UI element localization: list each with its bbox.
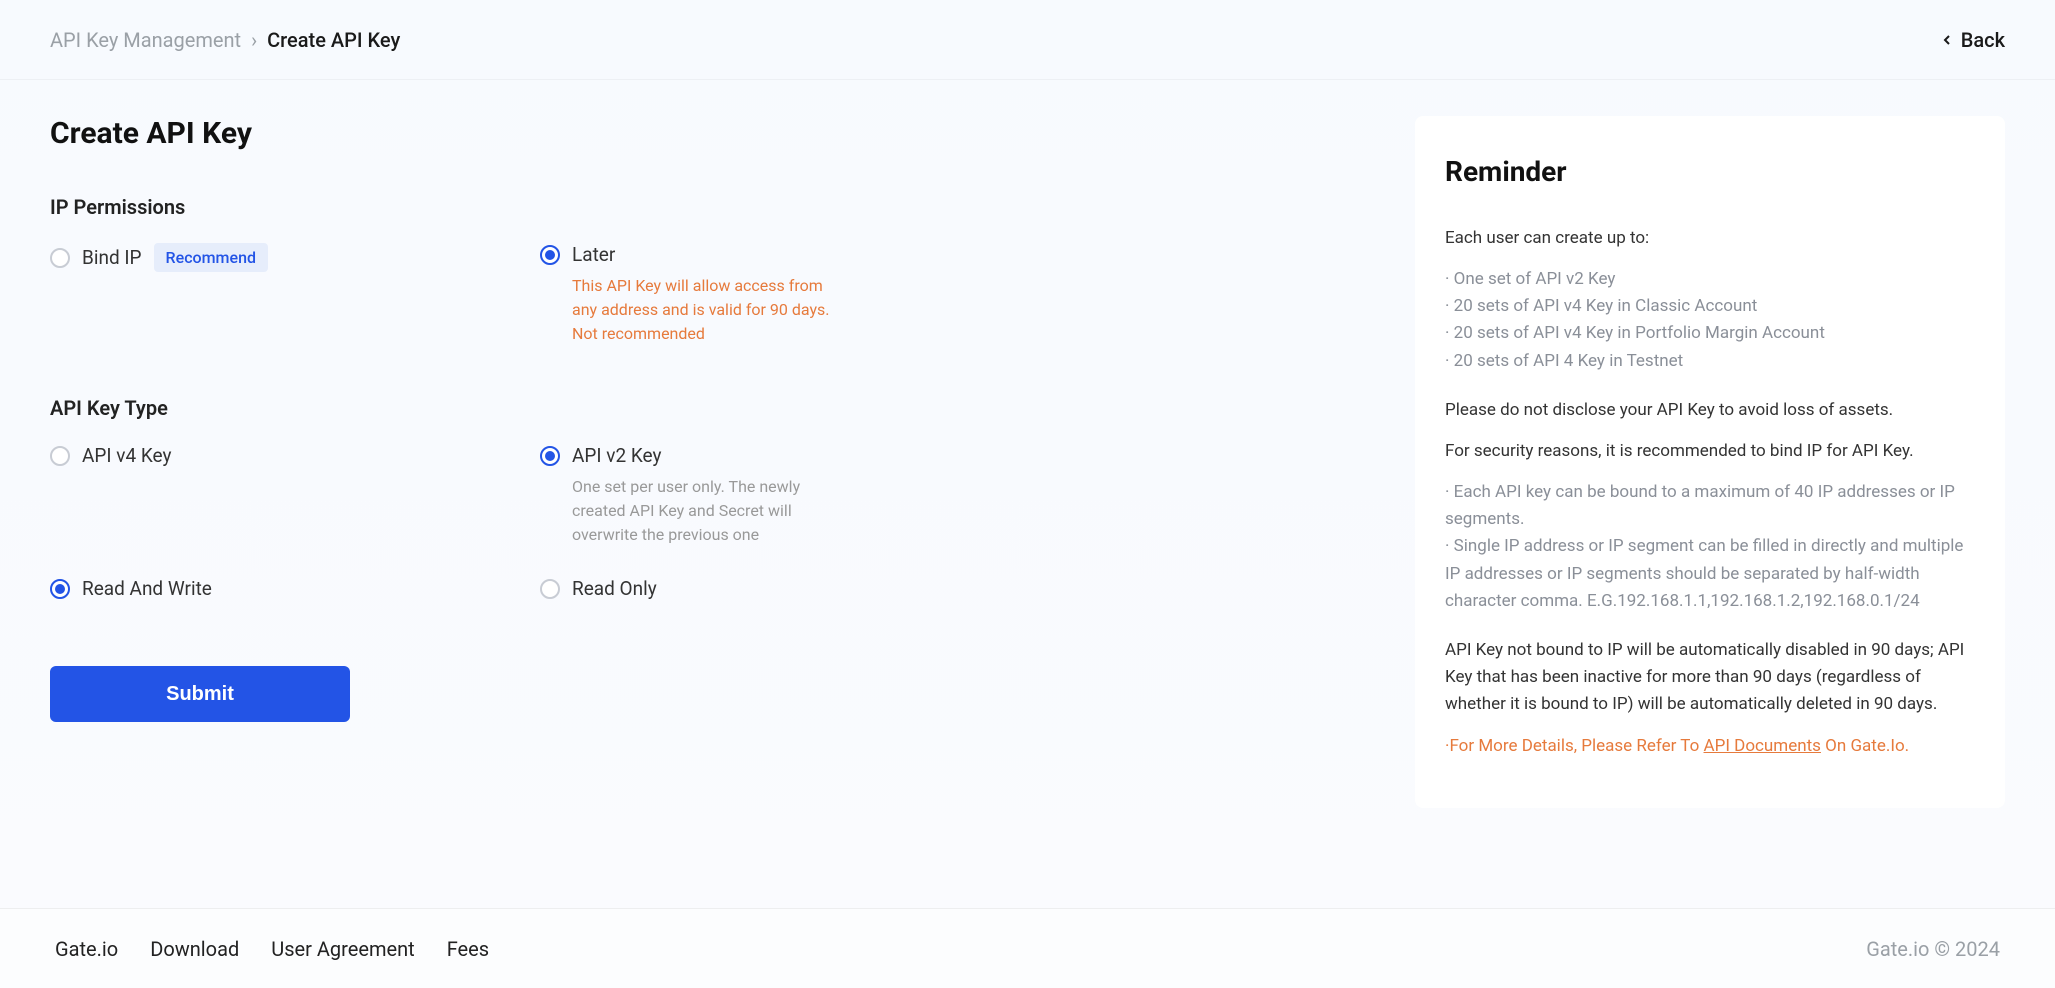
section-api-key-type-title: API Key Type: [50, 396, 1415, 420]
ip-rule-item: · Each API key can be bound to a maximum…: [1445, 479, 1975, 533]
footer: Gate.io Download User Agreement Fees Gat…: [0, 908, 2055, 988]
radio-read-only[interactable]: Read Only: [540, 577, 840, 600]
reminder-security: For security reasons, it is recommended …: [1445, 438, 1975, 465]
radio-api-v2[interactable]: API v2 Key One set per user only. The ne…: [540, 444, 840, 547]
header-bar: API Key Management › Create API Key Back: [0, 0, 2055, 80]
ip-permissions-row: Bind IP Recommend Later This API Key wil…: [50, 243, 1415, 346]
breadcrumb: API Key Management › Create API Key: [50, 28, 400, 52]
api-documents-link[interactable]: API Documents: [1704, 736, 1821, 756]
radio-later[interactable]: Later This API Key will allow access fro…: [540, 243, 840, 346]
radio-read-write[interactable]: Read And Write: [50, 577, 350, 600]
back-label: Back: [1961, 28, 2005, 52]
limit-item: · One set of API v2 Key: [1445, 266, 1975, 293]
radio-bind-ip[interactable]: Bind IP Recommend: [50, 243, 350, 346]
main-form: Create API Key IP Permissions Bind IP Re…: [50, 116, 1415, 808]
reminder-intro: Each user can create up to:: [1445, 225, 1975, 252]
radio-label: Read And Write: [82, 577, 212, 600]
footer-link-gateio[interactable]: Gate.io: [55, 937, 118, 961]
radio-label: Bind IP: [82, 246, 142, 269]
radio-api-v4[interactable]: API v4 Key: [50, 444, 350, 547]
back-button[interactable]: Back: [1939, 28, 2005, 52]
more-prefix: ·For More Details, Please Refer To: [1445, 736, 1704, 756]
more-suffix: On Gate.Io.: [1821, 736, 1909, 756]
radio-icon: [540, 446, 560, 466]
reminder-more: ·For More Details, Please Refer To API D…: [1445, 733, 1975, 760]
reminder-limits: · One set of API v2 Key · 20 sets of API…: [1445, 266, 1975, 375]
chevron-left-icon: [1939, 32, 1955, 48]
footer-links: Gate.io Download User Agreement Fees: [55, 937, 489, 961]
reminder-ip-rules: · Each API key can be bound to a maximum…: [1445, 479, 1975, 615]
v2-note: One set per user only. The newly created…: [572, 475, 840, 547]
submit-button[interactable]: Submit: [50, 666, 350, 722]
radio-icon: [540, 579, 560, 599]
footer-copyright: Gate.io © 2024: [1866, 937, 2000, 961]
radio-label: Read Only: [572, 577, 657, 600]
api-key-type-row: API v4 Key API v2 Key One set per user o…: [50, 444, 1415, 547]
footer-link-user-agreement[interactable]: User Agreement: [271, 937, 414, 961]
chevron-right-icon: ›: [251, 28, 257, 52]
section-ip-permissions-title: IP Permissions: [50, 195, 1415, 219]
reminder-panel: Reminder Each user can create up to: · O…: [1415, 116, 2005, 808]
footer-link-fees[interactable]: Fees: [447, 937, 489, 961]
recommend-badge: Recommend: [154, 243, 268, 272]
later-warning-note: This API Key will allow access from any …: [572, 274, 840, 346]
radio-label: API v2 Key: [572, 444, 661, 467]
breadcrumb-current: Create API Key: [267, 28, 400, 52]
radio-label: API v4 Key: [82, 444, 171, 467]
limit-item: · 20 sets of API v4 Key in Classic Accou…: [1445, 293, 1975, 320]
reminder-disclose: Please do not disclose your API Key to a…: [1445, 397, 1975, 424]
content-area: Create API Key IP Permissions Bind IP Re…: [0, 80, 2055, 808]
radio-icon: [50, 446, 70, 466]
footer-link-download[interactable]: Download: [150, 937, 239, 961]
breadcrumb-parent[interactable]: API Key Management: [50, 28, 241, 52]
radio-icon: [50, 579, 70, 599]
reminder-title: Reminder: [1445, 150, 1975, 195]
limit-item: · 20 sets of API v4 Key in Portfolio Mar…: [1445, 320, 1975, 347]
page-title: Create API Key: [50, 116, 1415, 151]
ip-rule-item: · Single IP address or IP segment can be…: [1445, 533, 1975, 615]
access-mode-row: Read And Write Read Only: [50, 577, 1415, 600]
radio-label: Later: [572, 243, 615, 266]
radio-icon: [50, 248, 70, 268]
limit-item: · 20 sets of API 4 Key in Testnet: [1445, 348, 1975, 375]
reminder-expiry: API Key not bound to IP will be automati…: [1445, 637, 1975, 719]
radio-icon: [540, 245, 560, 265]
